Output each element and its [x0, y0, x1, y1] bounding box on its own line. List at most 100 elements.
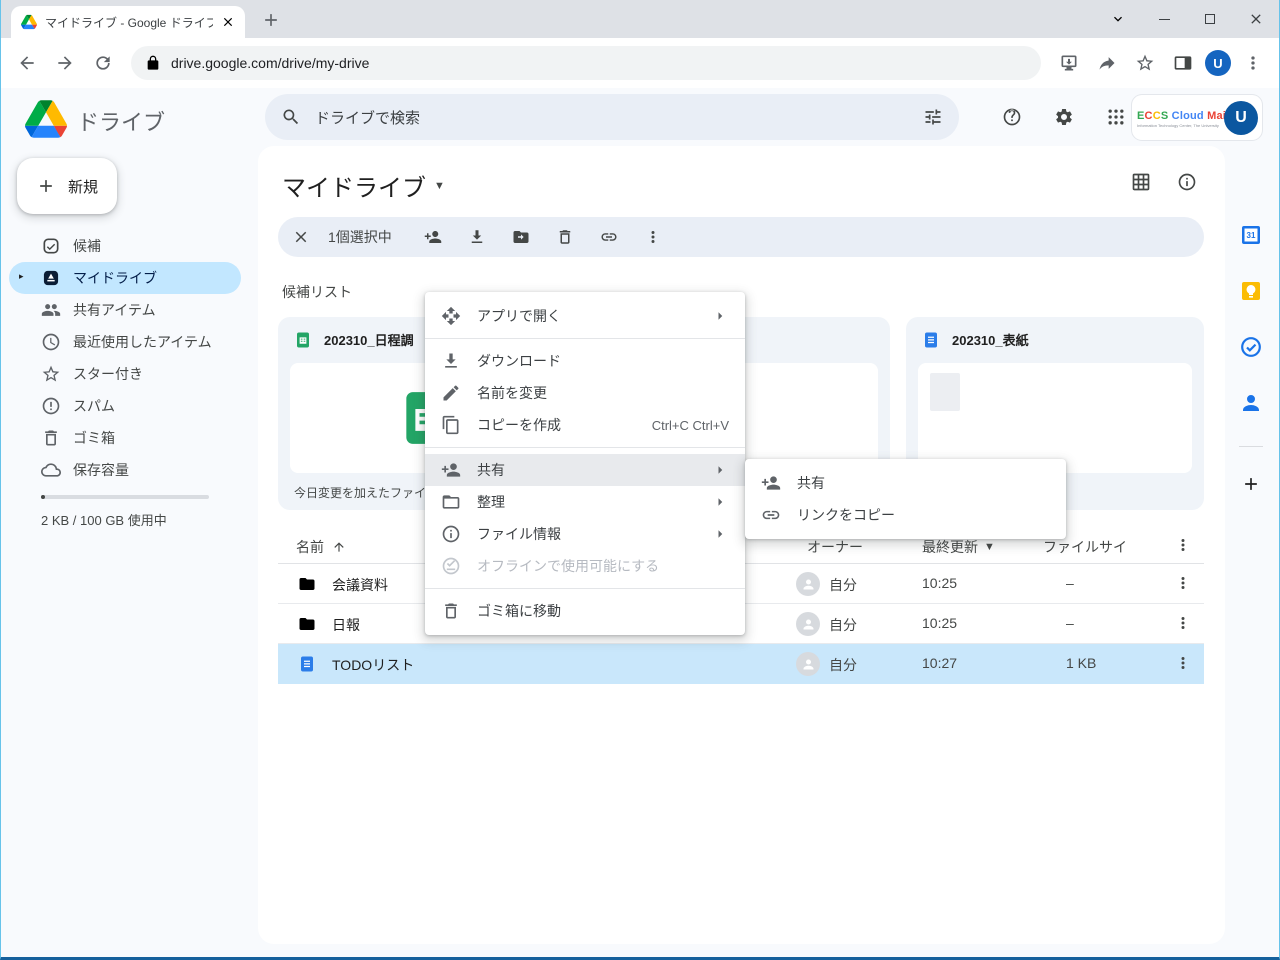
trash-icon: [441, 601, 461, 621]
menu-divider: [425, 447, 745, 448]
sidebar-item-spam[interactable]: スパム: [9, 390, 241, 422]
keep-icon[interactable]: [1231, 271, 1271, 311]
plus-icon: [36, 176, 56, 196]
calendar-icon[interactable]: 31: [1231, 215, 1271, 255]
expand-arrow-icon[interactable]: ▸: [19, 271, 24, 282]
download-icon: [441, 351, 461, 371]
browser-profile-avatar[interactable]: U: [1205, 50, 1231, 76]
search-options-icon[interactable]: [923, 107, 943, 127]
settings-gear-icon[interactable]: [1044, 97, 1084, 137]
bookmark-star-icon[interactable]: [1129, 47, 1161, 79]
account-badge[interactable]: ECCS Cloud Mail Information Technology C…: [1132, 95, 1262, 140]
title-dropdown-icon[interactable]: ▼: [434, 180, 445, 192]
card-preview: [918, 363, 1192, 473]
menu-item-organize[interactable]: 整理: [425, 486, 745, 518]
install-icon[interactable]: [1053, 47, 1085, 79]
tab-strip: マイドライブ - Google ドライブ: [1, 0, 1279, 38]
submenu-item-share[interactable]: 共有: [745, 467, 1066, 499]
window-maximize-button[interactable]: [1187, 0, 1233, 38]
sidebar-item-my-drive[interactable]: ▸ マイドライブ: [9, 262, 241, 294]
menu-item-trash[interactable]: ゴミ箱に移動: [425, 595, 745, 627]
shortcut-label: Ctrl+C Ctrl+V: [652, 418, 729, 433]
sidebar-item-starred[interactable]: スター付き: [9, 358, 241, 390]
tab-search-icon[interactable]: [1095, 0, 1141, 38]
sidebar-item-recent[interactable]: 最近使用したアイテム: [9, 326, 241, 358]
menu-divider: [425, 338, 745, 339]
people-icon: [41, 300, 61, 320]
help-icon[interactable]: [992, 97, 1032, 137]
search-icon: [281, 107, 301, 127]
search-input[interactable]: ドライブで検索: [265, 94, 959, 140]
row-more-icon[interactable]: [1174, 614, 1192, 632]
tasks-icon[interactable]: [1231, 327, 1271, 367]
storage-text: 2 KB / 100 GB 使用中: [41, 510, 167, 529]
window-minimize-button[interactable]: [1141, 0, 1187, 38]
window-close-button[interactable]: [1233, 0, 1279, 38]
reload-button[interactable]: [87, 47, 119, 79]
folder-outline-icon: [441, 492, 461, 512]
url-text: drive.google.com/drive/my-drive: [171, 55, 369, 71]
info-icon[interactable]: [1177, 172, 1197, 192]
trash-selected-icon[interactable]: [556, 228, 574, 246]
column-owner[interactable]: オーナー: [807, 537, 863, 557]
browser-tab[interactable]: マイドライブ - Google ドライブ: [11, 6, 245, 38]
column-name[interactable]: 名前: [296, 537, 346, 557]
sidebar-item-suggested[interactable]: 候補: [9, 230, 241, 262]
new-button[interactable]: 新規: [17, 158, 117, 214]
clock-icon: [41, 332, 61, 352]
rename-pencil-icon: [441, 383, 461, 403]
menu-item-make-copy[interactable]: コピーを作成 Ctrl+C Ctrl+V: [425, 409, 745, 441]
side-panel-icon[interactable]: [1167, 47, 1199, 79]
sidebar-item-storage[interactable]: 保存容量: [9, 454, 241, 486]
context-menu: アプリで開く ダウンロード 名前を変更 コピーを作成 Ctrl+C Ctrl+V…: [425, 292, 745, 635]
person-add-icon: [441, 460, 461, 480]
browser-toolbar: drive.google.com/drive/my-drive U: [1, 38, 1279, 88]
sidebar-item-shared[interactable]: 共有アイテム: [9, 294, 241, 326]
cloud-icon: [41, 460, 61, 480]
modified-dropdown-icon[interactable]: ▼: [984, 541, 995, 553]
row-more-icon[interactable]: [1174, 574, 1192, 592]
download-selected-icon[interactable]: [468, 228, 486, 246]
menu-item-download[interactable]: ダウンロード: [425, 345, 745, 377]
menu-item-rename[interactable]: 名前を変更: [425, 377, 745, 409]
menu-item-offline: オフラインで使用可能にする: [425, 550, 745, 582]
move-selected-icon[interactable]: [512, 228, 530, 246]
grid-view-icon[interactable]: [1131, 172, 1151, 192]
app-name: ドライブ: [77, 105, 165, 137]
column-size[interactable]: ファイルサイ: [1043, 537, 1163, 557]
folder-icon: [298, 615, 316, 633]
sidebar-item-trash[interactable]: ゴミ箱: [9, 422, 241, 454]
info-icon: [441, 524, 461, 544]
forward-button[interactable]: [49, 47, 81, 79]
get-add-ons-icon[interactable]: [1231, 464, 1271, 504]
more-actions-icon[interactable]: [644, 228, 662, 246]
menu-item-file-info[interactable]: ファイル情報: [425, 518, 745, 550]
share-page-icon[interactable]: [1091, 47, 1123, 79]
url-bar[interactable]: drive.google.com/drive/my-drive: [131, 46, 1041, 80]
side-panel-rail: 31: [1223, 146, 1279, 957]
column-modified[interactable]: 最終更新 ▼: [922, 537, 995, 557]
row-more-icon[interactable]: [1174, 654, 1192, 672]
eccs-brand-logo: ECCS Cloud Mail Information Technology C…: [1137, 107, 1219, 128]
folder-icon: [298, 575, 316, 593]
apps-grid-icon[interactable]: [1096, 97, 1136, 137]
menu-item-open-with[interactable]: アプリで開く: [425, 300, 745, 332]
page-title[interactable]: マイドライブ ▼: [282, 168, 445, 203]
search-placeholder: ドライブで検索: [315, 107, 909, 128]
selection-count: 1個選択中: [328, 227, 392, 247]
new-tab-button[interactable]: [261, 10, 281, 30]
header-more-icon[interactable]: [1174, 536, 1192, 554]
table-row-selected[interactable]: TODOリスト 自分 10:27 1 KB: [278, 644, 1204, 684]
browser-menu-icon[interactable]: [1237, 47, 1269, 79]
menu-item-share[interactable]: 共有: [425, 454, 745, 486]
submenu-item-copy-link[interactable]: リンクをコピー: [745, 499, 1066, 531]
back-button[interactable]: [11, 47, 43, 79]
copy-icon: [441, 415, 461, 435]
copy-link-selected-icon[interactable]: [600, 228, 618, 246]
tab-close-icon[interactable]: [221, 15, 235, 29]
drive-favicon: [21, 14, 37, 30]
contacts-icon[interactable]: [1231, 383, 1271, 423]
share-selected-icon[interactable]: [424, 228, 442, 246]
clear-selection-icon[interactable]: [292, 228, 310, 246]
account-avatar[interactable]: U: [1224, 101, 1258, 135]
